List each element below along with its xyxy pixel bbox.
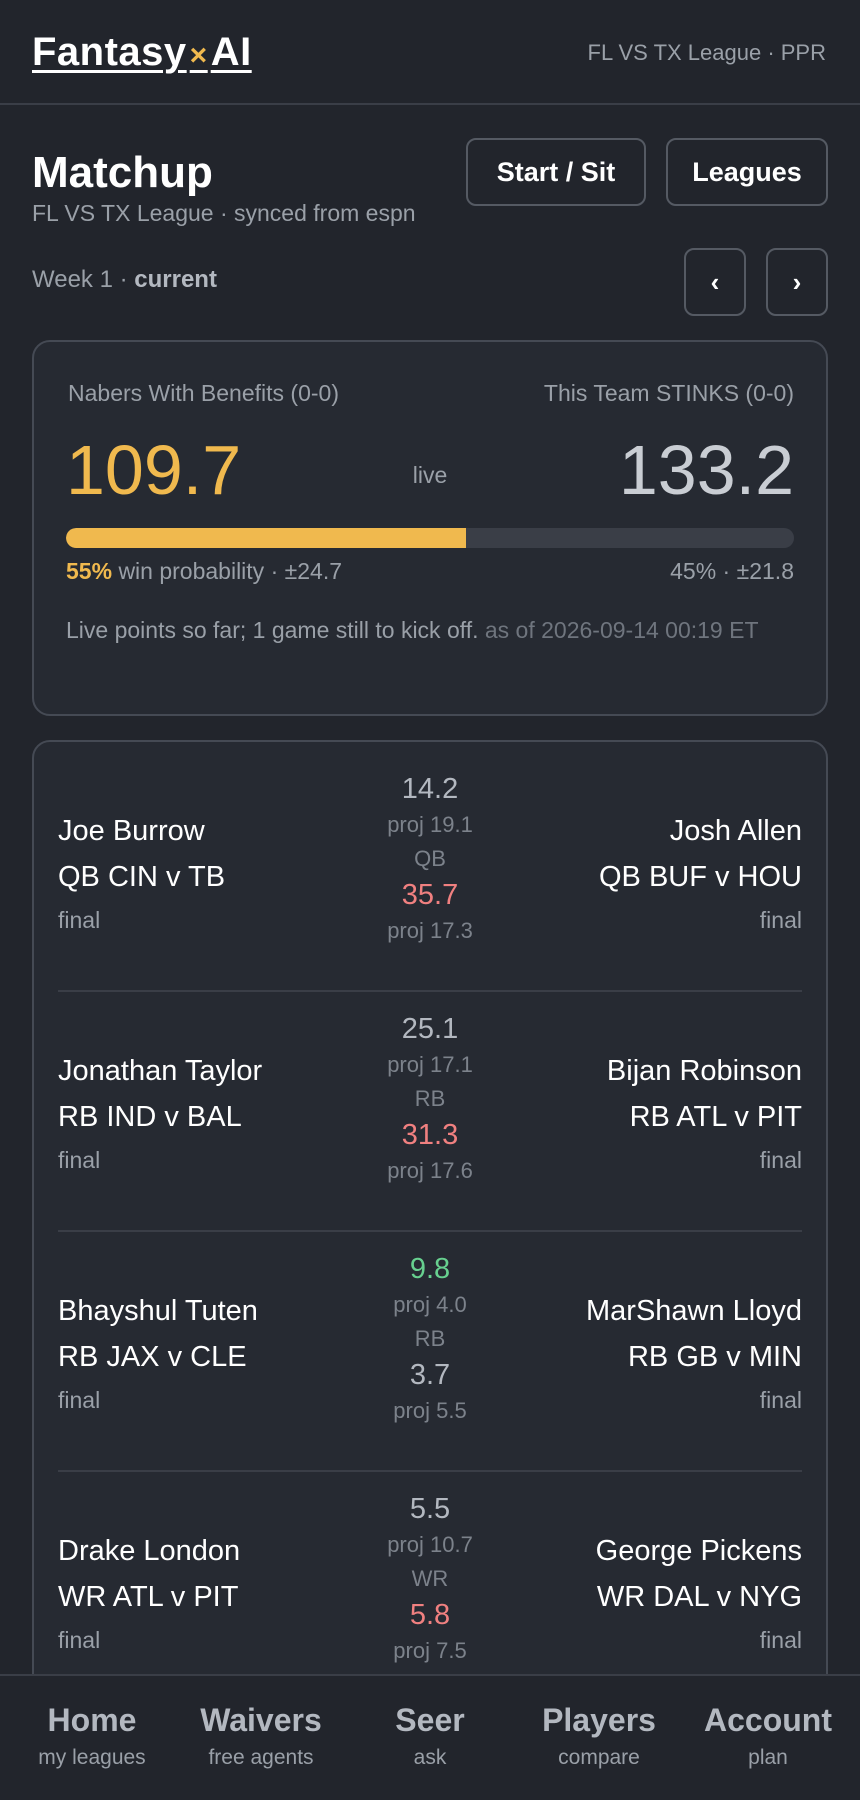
left-player-score: 5.5 xyxy=(409,1493,451,1525)
bottom-nav: Home my leagues Waivers free agents Seer… xyxy=(0,1674,860,1800)
nav-home-sub: my leagues xyxy=(38,1746,146,1769)
week-status: current xyxy=(134,266,217,293)
right-player-info: RB GB v MIN xyxy=(627,1341,802,1373)
row-divider xyxy=(58,990,802,992)
right-player-status: final xyxy=(759,907,802,933)
right-player-name: MarShawn Lloyd xyxy=(586,1295,802,1327)
nav-seer-sub: ask xyxy=(413,1746,447,1769)
right-player-info: RB ATL v PIT xyxy=(629,1101,802,1133)
matchup-row[interactable]: Jonathan Taylor RB IND v BAL final 25.1 … xyxy=(58,1012,802,1252)
nav-seer-label: Seer xyxy=(395,1702,465,1738)
live-note: Live points so far; 1 game still to kick… xyxy=(66,612,806,649)
nav-seer[interactable]: Seer ask xyxy=(344,1700,516,1770)
logo-text-part1: Fantasy xyxy=(32,30,187,74)
leagues-button[interactable]: Leagues xyxy=(666,138,828,206)
nav-account-sub: plan xyxy=(748,1746,788,1769)
prev-week-button[interactable]: ‹ xyxy=(684,248,746,316)
right-player: Josh Allen QB BUF v HOU final xyxy=(599,814,802,934)
nav-players-sub: compare xyxy=(558,1746,640,1769)
page-title: Matchup xyxy=(32,148,213,197)
week-label: Week 1 · current xyxy=(32,266,217,294)
matchup-row[interactable]: Bhayshul Tuten RB JAX v CLE final 9.8 pr… xyxy=(58,1252,802,1492)
right-player-info: WR DAL v NYG xyxy=(596,1581,802,1613)
league-meta: FL VS TX League · PPR xyxy=(587,40,826,65)
nav-home[interactable]: Home my leagues xyxy=(6,1700,178,1770)
row-divider xyxy=(58,1470,802,1472)
right-player-status: final xyxy=(759,1627,802,1653)
left-player-score: 9.8 xyxy=(409,1253,451,1285)
team-right-name: This Team STINKS (0-0) xyxy=(543,380,794,406)
team-left-name: Nabers With Benefits (0-0) xyxy=(68,380,339,406)
win-probability-bar-fill xyxy=(66,528,467,548)
week-prefix: Week 1 · xyxy=(32,266,128,293)
logo-separator: × xyxy=(189,39,208,72)
as-of-timestamp: as of 2026-09-14 00:19 ET xyxy=(484,617,759,643)
win-probability-left-pct: 55% xyxy=(66,558,113,584)
win-probability-bar xyxy=(66,528,794,548)
next-week-button[interactable]: › xyxy=(766,248,828,316)
win-probability-left: 55% win probability · ±24.7 xyxy=(66,558,342,585)
right-player: MarShawn Lloyd RB GB v MIN final xyxy=(586,1294,802,1414)
right-player: George Pickens WR DAL v NYG final xyxy=(596,1534,802,1654)
score-card: Nabers With Benefits (0-0) This Team STI… xyxy=(32,340,828,716)
logo-text-part2: AI xyxy=(210,30,252,74)
row-divider xyxy=(58,1230,802,1232)
right-player-name: Bijan Robinson xyxy=(606,1055,802,1087)
nav-home-label: Home xyxy=(47,1702,137,1738)
live-note-text: Live points so far; 1 game still to kick… xyxy=(66,617,479,643)
top-bar: Fantasy ×AI FL VS TX League · PPR xyxy=(0,0,860,105)
right-player: Bijan Robinson RB ATL v PIT final xyxy=(607,1054,802,1174)
right-player-status: final xyxy=(759,1387,802,1413)
page-subtitle: FL VS TX League · synced from espn xyxy=(32,200,416,226)
win-probability-right: 45% · ±21.8 xyxy=(670,558,794,584)
left-player-score: 14.2 xyxy=(401,773,459,805)
nav-waivers-label: Waivers xyxy=(200,1702,322,1738)
nav-waivers[interactable]: Waivers free agents xyxy=(175,1700,347,1770)
nav-account-label: Account xyxy=(704,1702,832,1738)
right-player-info: QB BUF v HOU xyxy=(598,861,802,893)
right-player-status: final xyxy=(759,1147,802,1173)
nav-players[interactable]: Players compare xyxy=(513,1700,685,1770)
nav-players-label: Players xyxy=(542,1702,656,1738)
nav-waivers-sub: free agents xyxy=(208,1746,314,1769)
left-player-score: 25.1 xyxy=(401,1013,459,1045)
right-player-name: George Pickens xyxy=(595,1535,802,1567)
app-logo[interactable]: Fantasy ×AI xyxy=(32,30,252,75)
nav-account[interactable]: Account plan xyxy=(682,1700,854,1770)
right-player-name: Josh Allen xyxy=(669,815,802,847)
start-sit-button[interactable]: Start / Sit xyxy=(466,138,646,206)
team-right-score: 133.2 xyxy=(618,431,794,509)
matchup-row[interactable]: Joe Burrow QB CIN v TB final 14.2 proj 1… xyxy=(58,772,802,1012)
roster-card: Joe Burrow QB CIN v TB final 14.2 proj 1… xyxy=(32,740,828,1800)
win-probability-left-text: win probability · ±24.7 xyxy=(118,558,343,584)
